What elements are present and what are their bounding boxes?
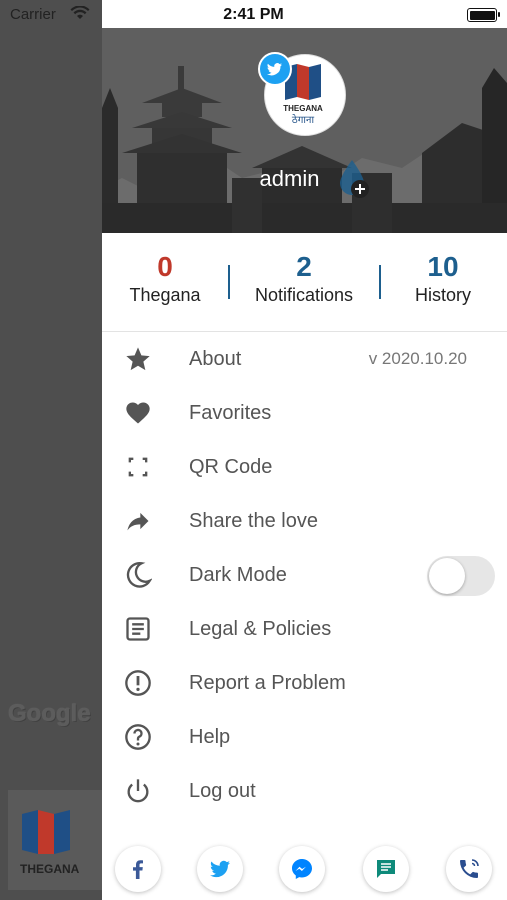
document-icon — [124, 615, 152, 643]
stat-thegana-label: Thegana — [129, 285, 201, 305]
stat-history-label: History — [414, 285, 471, 305]
menu-item-favorites[interactable]: Favorites — [102, 386, 507, 440]
alert-icon — [124, 669, 152, 697]
menu-item-about[interactable]: About v 2020.10.20 — [102, 332, 507, 386]
menu-label: Report a Problem — [189, 672, 346, 694]
carrier-label: Carrier — [10, 6, 56, 23]
svg-text:ठेगाना: ठेगाना — [292, 114, 315, 126]
background-overlay[interactable] — [0, 0, 102, 900]
svg-text:THEGANA: THEGANA — [283, 104, 323, 113]
stat-history[interactable]: 10 History — [398, 251, 488, 306]
add-blood-drop-icon[interactable] — [338, 158, 372, 205]
twitter-button[interactable] — [197, 846, 243, 892]
messenger-button[interactable] — [279, 846, 325, 892]
side-drawer: THEGANA ठेगाना admin 0 Thegana 2 Notific… — [102, 0, 507, 900]
moon-icon — [124, 561, 153, 589]
menu-label: About — [189, 348, 242, 370]
menu-item-share[interactable]: Share the love — [102, 494, 507, 548]
stats-bar: 0 Thegana 2 Notifications 10 History — [102, 233, 507, 332]
menu-label: QR Code — [189, 456, 273, 478]
twitter-badge-icon — [258, 52, 292, 86]
username: admin — [259, 166, 320, 191]
menu-label: Favorites — [189, 402, 272, 424]
menu-item-logout[interactable]: Log out — [102, 764, 507, 818]
wifi-icon — [70, 5, 90, 25]
status-bar: Carrier — [0, 0, 507, 28]
google-map-logo: Google — [8, 700, 91, 727]
star-icon — [124, 345, 152, 373]
social-bar — [102, 838, 507, 898]
menu-label: Dark Mode — [189, 564, 287, 586]
menu-item-dark-mode: Dark Mode — [102, 548, 507, 602]
menu-item-report-problem[interactable]: Report a Problem — [102, 656, 507, 710]
menu-item-help[interactable]: Help — [102, 710, 507, 764]
facebook-button[interactable] — [115, 846, 161, 892]
menu-label: Legal & Policies — [189, 618, 332, 640]
stat-history-value: 10 — [427, 251, 459, 282]
stat-divider — [379, 265, 381, 299]
stat-notifications[interactable]: 2 Notifications — [246, 251, 362, 306]
menu-label: Share the love — [189, 510, 318, 532]
app-version: v 2020.10.20 — [368, 349, 467, 368]
background-card-brand: THEGANA — [20, 862, 80, 876]
power-icon — [124, 777, 152, 805]
toggle-knob — [429, 558, 465, 594]
qr-frame-icon — [124, 453, 152, 481]
menu-item-legal[interactable]: Legal & Policies — [102, 602, 507, 656]
stat-notifications-value: 2 — [296, 251, 312, 282]
thegana-logo-icon — [18, 806, 74, 863]
phone-button[interactable] — [446, 846, 492, 892]
heart-icon — [124, 399, 152, 427]
help-icon — [124, 723, 152, 751]
menu-label: Help — [189, 726, 231, 748]
profile-header: THEGANA ठेगाना admin — [102, 28, 507, 233]
share-arrow-icon — [124, 507, 152, 535]
stat-thegana[interactable]: 0 Thegana — [120, 251, 210, 306]
menu-label: Log out — [189, 780, 256, 802]
stat-divider — [228, 265, 230, 299]
stat-notifications-label: Notifications — [254, 285, 354, 305]
dark-mode-toggle[interactable] — [427, 556, 495, 596]
menu-item-qr-code[interactable]: QR Code — [102, 440, 507, 494]
stat-thegana-value: 0 — [157, 251, 173, 282]
sms-button[interactable] — [363, 846, 409, 892]
